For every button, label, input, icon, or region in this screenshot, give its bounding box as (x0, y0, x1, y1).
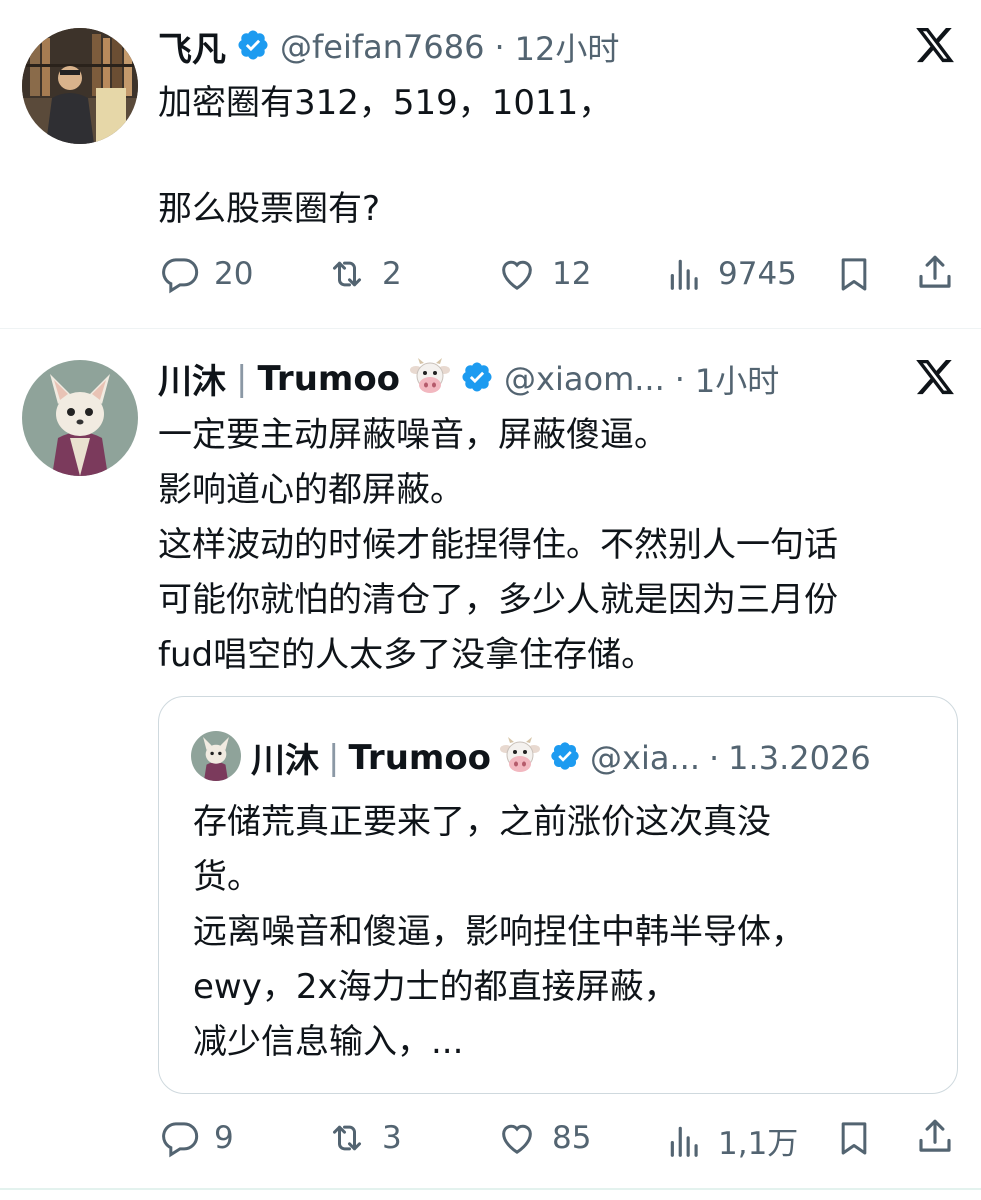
retweet-icon (333, 261, 361, 287)
quoted-text-line: 远离噪音和傻逼，影响捏住中韩半导体， (193, 912, 805, 952)
avatar-feifan[interactable] (22, 28, 138, 144)
bookmark-button[interactable] (834, 254, 874, 298)
author-name[interactable]: 飞凡 (158, 22, 226, 71)
tweet-text-line: 这样波动的时候才能捏得住。不然别人一句话 (158, 525, 838, 565)
x-logo-icon (914, 356, 956, 398)
author-handle[interactable]: @xiaom... (504, 360, 665, 398)
author-name-latin[interactable]: Trumoo (257, 359, 400, 399)
like-icon (502, 260, 532, 290)
tweet-text-line: fud唱空的人太多了没拿住存储。 (158, 635, 656, 675)
timestamp[interactable]: 12小时 (515, 24, 620, 70)
quoted-text-line: ewy，2x海力士的都直接屏蔽， (193, 967, 678, 1007)
share-button[interactable] (914, 252, 956, 298)
views-button[interactable]: 9745 (666, 254, 797, 294)
verified-badge-icon (236, 28, 270, 66)
reply-count: 9 (214, 1120, 234, 1156)
views-icon (670, 1126, 698, 1157)
cow-face-icon (410, 357, 451, 400)
quoted-text-line: 货。 (193, 857, 261, 897)
bookmark-button[interactable] (834, 1118, 874, 1162)
reply-button[interactable]: 9 (160, 1118, 234, 1158)
bookmark-icon (841, 258, 867, 291)
name-separator: | (236, 358, 248, 399)
share-icon (919, 255, 951, 288)
retweet-count: 2 (382, 256, 402, 292)
tweet-text-line: 可能你就怕的清仓了，多少人就是因为三月份 (158, 580, 838, 620)
timestamp[interactable]: 1小时 (695, 356, 779, 402)
like-count: 85 (552, 1120, 592, 1156)
quoted-text-line: 减少信息输入，... (193, 1022, 464, 1062)
views-count: 9745 (718, 256, 797, 292)
quoted-author-name[interactable]: 川沐 (251, 733, 319, 782)
tweet-divider (0, 328, 981, 329)
retweet-icon (333, 1125, 361, 1151)
views-count: 1,1万 (718, 1126, 799, 1162)
author-handle[interactable]: @feifan7686 (280, 28, 484, 66)
like-button[interactable]: 85 (496, 1118, 591, 1158)
quoted-date[interactable]: 1.3.2026 (728, 739, 871, 777)
reply-icon (162, 1122, 199, 1158)
verified-badge-icon (460, 360, 494, 398)
tweet-text-line: 影响道心的都屏蔽。 (158, 470, 464, 510)
quoted-handle[interactable]: @xia... (590, 739, 700, 777)
quoted-tweet[interactable]: 川沐 | Trumoo @xia... · 1.3.2026 存储荒真正要来了，… (158, 696, 958, 1094)
tweet-text-line: 那么股票圈有? (158, 189, 381, 229)
quoted-text-line: 存储荒真正要来了，之前涨价这次真没 (193, 802, 771, 842)
reply-button[interactable]: 20 (160, 254, 253, 294)
share-button[interactable] (914, 1116, 956, 1162)
tweet-text: 一定要主动屏蔽噪音，屏蔽傻逼。 影响道心的都屏蔽。 这样波动的时候才能捏得住。不… (158, 408, 838, 683)
bottom-divider (0, 1188, 981, 1190)
cow-face-icon (500, 736, 541, 779)
bookmark-icon (841, 1122, 867, 1155)
share-icon (919, 1119, 951, 1152)
reply-icon (162, 258, 199, 294)
quoted-avatar[interactable] (191, 731, 241, 781)
like-count: 12 (552, 256, 592, 292)
meta-dot: · (709, 738, 720, 777)
avatar-trumoo[interactable] (22, 360, 138, 476)
meta-dot: · (674, 359, 685, 398)
tweet-text-line: 加密圈有312，519，1011， (158, 83, 613, 123)
quoted-text: 存储荒真正要来了，之前涨价这次真没 货。 远离噪音和傻逼，影响捏住中韩半导体， … (193, 795, 805, 1070)
author-name[interactable]: 川沐 (158, 354, 226, 403)
reply-count: 20 (214, 256, 254, 292)
retweet-button[interactable]: 3 (326, 1118, 402, 1158)
like-icon (502, 1124, 532, 1154)
views-button[interactable]: 1,1万 (666, 1118, 798, 1163)
tweet-text-line: 一定要主动屏蔽噪音，屏蔽傻逼。 (158, 415, 668, 455)
views-icon (670, 259, 698, 290)
retweet-button[interactable]: 2 (326, 254, 402, 294)
verified-badge-icon (549, 740, 581, 776)
meta-dot: · (494, 27, 505, 66)
quoted-author-name-latin[interactable]: Trumoo (348, 738, 491, 778)
retweet-count: 3 (382, 1120, 402, 1156)
like-button[interactable]: 12 (496, 254, 591, 294)
x-logo-icon (914, 24, 956, 66)
name-separator: | (328, 737, 340, 778)
